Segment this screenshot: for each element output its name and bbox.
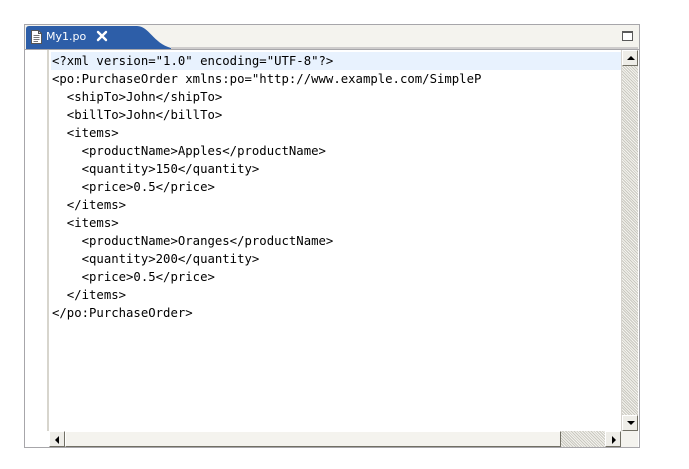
code-line: <productName>Apples</productName>: [52, 144, 326, 158]
arrow-left-icon: [55, 436, 59, 444]
code-line: <shipTo>John</shipTo>: [52, 90, 223, 104]
document-icon: [31, 30, 42, 44]
maximize-icon[interactable]: [622, 31, 633, 41]
arrow-up-icon: [627, 56, 635, 60]
code-text-area[interactable]: <?xml version="1.0" encoding="UTF-8"?> <…: [51, 52, 623, 432]
horizontal-scroll-thumb[interactable]: [65, 431, 561, 447]
code-line: <productName>Oranges</productName>: [52, 234, 334, 248]
close-icon[interactable]: [96, 30, 108, 42]
xml-editor-window: My1.po <?xml version="1.0" encoding="UTF…: [24, 24, 640, 448]
code-line: <price>0.5</price>: [52, 180, 215, 194]
scroll-right-button[interactable]: [605, 431, 621, 447]
scroll-down-button[interactable]: [622, 415, 638, 431]
scroll-up-button[interactable]: [622, 50, 638, 66]
editor-content: <?xml version="1.0" encoding="UTF-8"?> <…: [25, 49, 639, 447]
code-line: <items>: [52, 216, 119, 230]
arrow-down-icon: [627, 421, 635, 425]
code-line: <po:PurchaseOrder xmlns:po="http://www.e…: [52, 72, 482, 86]
code-line: <quantity>200</quantity>: [52, 252, 260, 266]
tab-bar: My1.po: [25, 25, 639, 49]
vertical-scrollbar[interactable]: [621, 50, 638, 431]
gutter-divider: [47, 50, 49, 432]
code-line: <quantity>150</quantity>: [52, 162, 260, 176]
code-line: <price>0.5</price>: [52, 270, 215, 284]
arrow-right-icon: [612, 436, 616, 444]
gutter-bottom: [25, 431, 49, 447]
horizontal-scrollbar[interactable]: [49, 431, 621, 447]
scrollbar-corner: [621, 431, 638, 447]
tab-my1-po[interactable]: My1.po: [26, 26, 166, 48]
scroll-left-button[interactable]: [49, 431, 65, 447]
code-line: <?xml version="1.0" encoding="UTF-8"?>: [51, 52, 623, 70]
code-line: </items>: [52, 288, 127, 302]
editor-gutter: [25, 50, 51, 432]
code-line: <billTo>John</billTo>: [52, 108, 223, 122]
code-line: </items>: [52, 198, 127, 212]
code-line: <items>: [52, 126, 119, 140]
code-line: </po:PurchaseOrder>: [52, 306, 193, 320]
tab-label: My1.po: [46, 30, 87, 43]
